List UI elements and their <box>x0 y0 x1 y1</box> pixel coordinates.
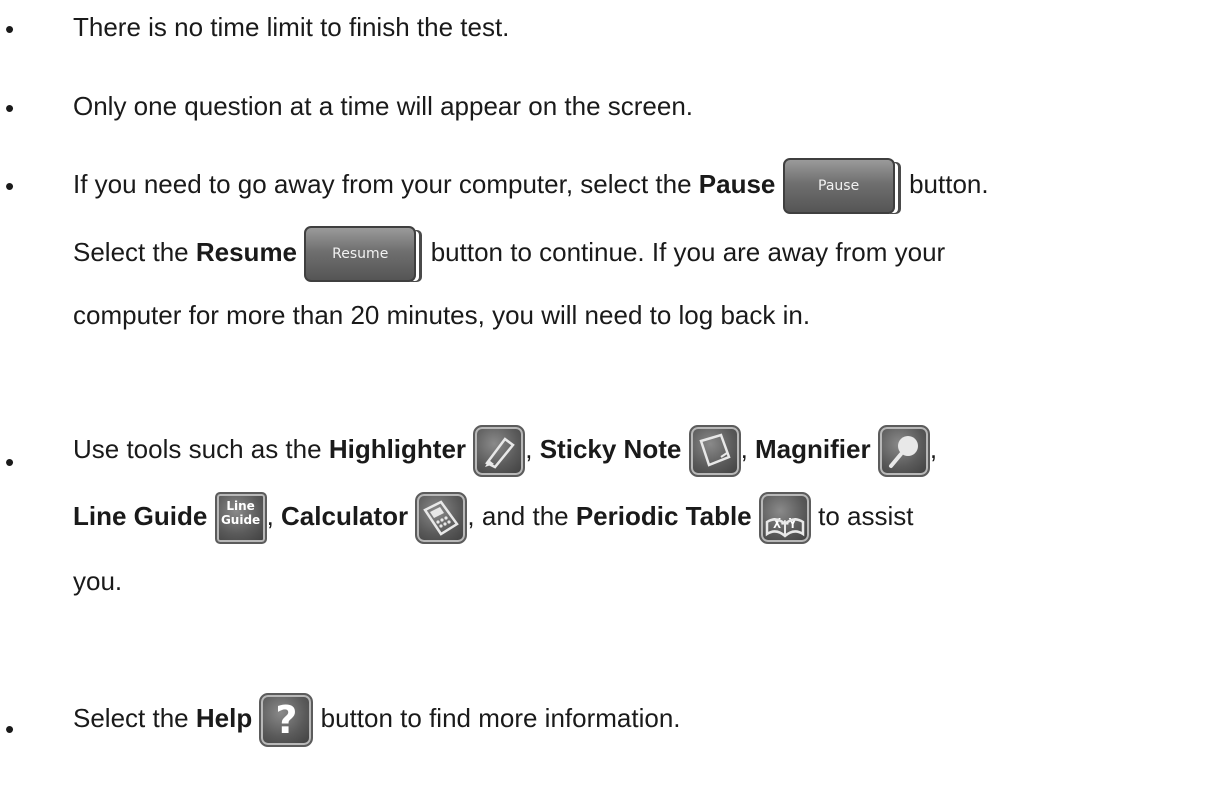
pause-text-pre: If you need to go away from your compute… <box>73 169 699 199</box>
resume-bold-label: Resume <box>195 237 298 267</box>
line-guide-label: Line Guide <box>73 501 208 531</box>
calculator-icon <box>415 492 468 545</box>
tools-text-pre: Use tools such as the <box>73 434 329 464</box>
help-icon: ? <box>259 693 314 748</box>
sticky-note-icon <box>688 425 741 478</box>
instruction-pause-line: If you need to go away from your compute… <box>73 156 989 215</box>
resume-button: Resume <box>304 226 417 283</box>
calculator-label: Calculator <box>281 501 409 531</box>
line-guide-icon: Line Guide <box>214 492 267 545</box>
instruction-help-line: Select the Help ? button to find more in… <box>73 690 681 748</box>
highlighter-label: Highlighter <box>328 434 467 464</box>
pause-text-post: button. <box>901 169 989 199</box>
bullet-2: • <box>5 93 15 123</box>
highlighter-icon <box>473 425 526 478</box>
help-text-post: button to find more information. <box>313 703 681 733</box>
pause-button: Pause <box>782 158 895 215</box>
sticky-note-label: Sticky Note <box>539 434 682 464</box>
periodic-table-icon: X+Y <box>758 492 811 545</box>
instruction-resume-line: Select the Resume Resume button to conti… <box>73 224 946 283</box>
magnifier-icon <box>877 425 930 478</box>
instruction-log-back-in: computer for more than 20 minutes, you w… <box>73 300 811 330</box>
bullet-5: • <box>5 714 15 744</box>
instruction-one-question: Only one question at a time will appear … <box>73 91 694 121</box>
bullet-1: • <box>5 14 15 44</box>
resume-text-post: button to continue. If you are away from… <box>423 237 946 267</box>
instruction-no-time-limit: There is no time limit to finish the tes… <box>73 12 510 42</box>
bullet-4: • <box>5 447 15 477</box>
instruction-tools-line-1: Use tools such as the Highlighter , Stic… <box>73 421 937 478</box>
instruction-tools-line-3: you. <box>73 566 123 596</box>
help-label: Help <box>195 703 253 733</box>
bullet-3: • <box>5 171 15 201</box>
resume-text-pre: Select the <box>73 237 196 267</box>
periodic-table-label: Periodic Table <box>575 501 752 531</box>
pause-bold-label: Pause <box>698 169 776 199</box>
help-text-pre: Select the <box>73 703 196 733</box>
magnifier-label: Magnifier <box>755 434 871 464</box>
instruction-tools-line-2: Line Guide Line Guide, Calculator , and t… <box>73 488 913 545</box>
